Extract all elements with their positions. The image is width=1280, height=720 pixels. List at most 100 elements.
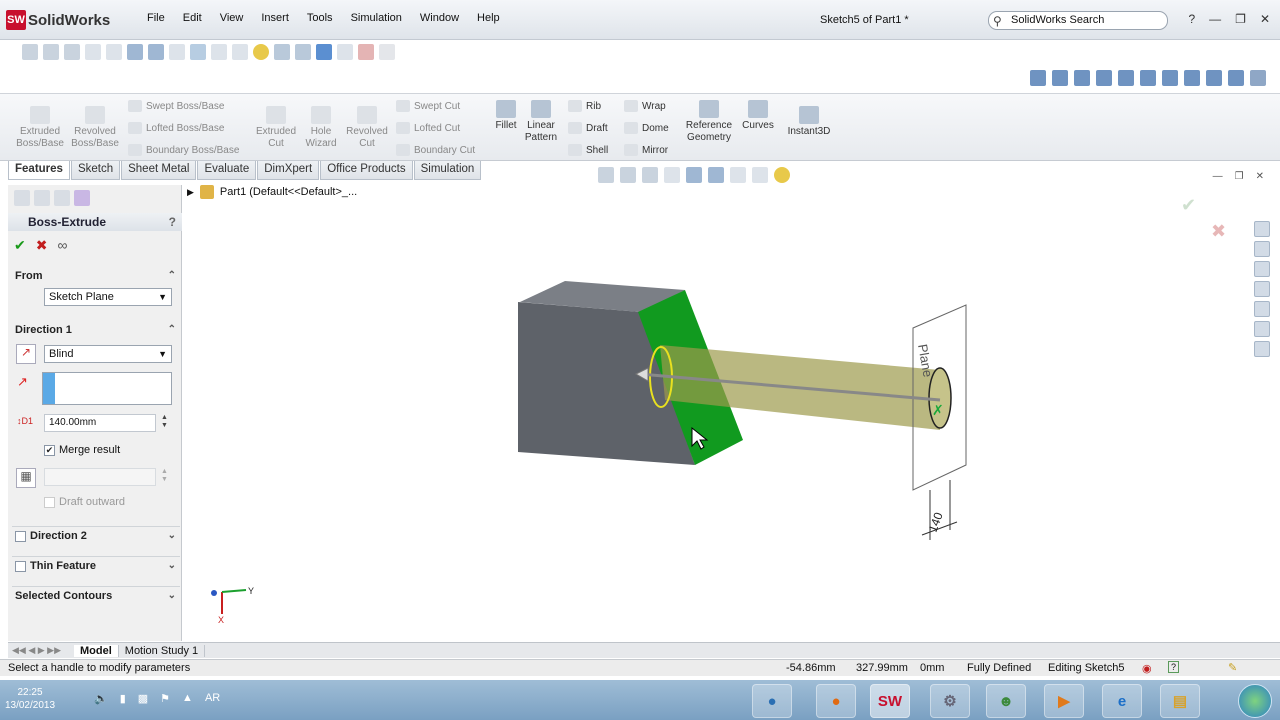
selected-contours-heading[interactable]: Selected Contours ⌄: [12, 589, 180, 605]
help-icon[interactable]: ?: [169, 215, 176, 229]
draft-outward-checkbox[interactable]: Draft outward: [44, 496, 125, 508]
zoom-fit-icon[interactable]: [22, 44, 38, 60]
dimension-text[interactable]: 140: [926, 510, 946, 534]
mirror-button[interactable]: Mirror: [624, 144, 668, 156]
tab-motion-study[interactable]: Motion Study 1: [119, 644, 206, 657]
appearance-icon[interactable]: [232, 44, 248, 60]
iso-view-icon[interactable]: [1184, 70, 1200, 86]
pan-icon[interactable]: [211, 44, 227, 60]
view-palette-icon[interactable]: [1254, 301, 1270, 317]
taskbar-app-icon[interactable]: ●: [752, 684, 792, 718]
dimxpert-manager-icon[interactable]: [74, 190, 90, 206]
file-explorer-icon[interactable]: [1254, 281, 1270, 297]
draft-angle-input[interactable]: [44, 468, 156, 486]
direction-vector-field[interactable]: [42, 372, 172, 405]
menu-insert[interactable]: Insert: [252, 12, 298, 24]
depth-input[interactable]: 140.00mm: [44, 414, 156, 432]
menu-tools[interactable]: Tools: [298, 12, 342, 24]
volume-icon[interactable]: 🔈: [94, 692, 108, 705]
section-view-icon[interactable]: [85, 44, 101, 60]
configuration-manager-icon[interactable]: [54, 190, 70, 206]
fillet-button[interactable]: Fillet: [490, 100, 522, 132]
app-logo[interactable]: SW SolidWorks: [6, 8, 110, 32]
direction2-heading[interactable]: Direction 2 ⌄: [12, 529, 180, 545]
solidworks-taskbar-icon[interactable]: SW: [870, 684, 910, 718]
menu-simulation[interactable]: Simulation: [342, 12, 411, 24]
restore-button[interactable]: ❐: [1235, 12, 1246, 26]
right-view-icon[interactable]: [1118, 70, 1134, 86]
curves-button[interactable]: Curves: [740, 100, 776, 132]
boundary-boss-button[interactable]: Boundary Boss/Base: [128, 144, 239, 156]
dome-button[interactable]: Dome: [624, 122, 669, 134]
home-icon[interactable]: [1254, 221, 1270, 237]
network-icon[interactable]: ▩: [138, 692, 148, 705]
camera-icon[interactable]: [337, 44, 353, 60]
file-explorer-taskbar-icon[interactable]: ▤: [1160, 684, 1200, 718]
cancel-button[interactable]: ✖: [36, 237, 48, 254]
battery-icon[interactable]: ▮: [120, 692, 126, 705]
view-cube-icon[interactable]: [274, 44, 290, 60]
tab-sheet-metal[interactable]: Sheet Metal: [121, 161, 197, 180]
help-icon[interactable]: ?: [1188, 12, 1195, 26]
direction1-heading[interactable]: Direction 1 ⌃: [12, 323, 180, 339]
thin-feature-heading[interactable]: Thin Feature ⌄: [12, 559, 180, 575]
spin-arrows-icon[interactable]: ▲ ▼: [161, 468, 168, 484]
ok-button[interactable]: ✔: [14, 237, 26, 254]
tab-evaluate[interactable]: Evaluate: [197, 161, 257, 180]
trimetric-view-icon[interactable]: [1228, 70, 1244, 86]
menu-window[interactable]: Window: [411, 12, 468, 24]
lofted-boss-button[interactable]: Lofted Boss/Base: [128, 122, 224, 134]
rebuild-icon[interactable]: ◉: [1142, 662, 1152, 675]
media-player-icon[interactable]: ▶: [1044, 684, 1084, 718]
search-input[interactable]: ⚲ SolidWorks Search: [988, 11, 1168, 30]
spin-arrows-icon[interactable]: ▲ ▼: [161, 414, 168, 430]
left-view-icon[interactable]: [1096, 70, 1112, 86]
property-manager-icon[interactable]: [34, 190, 50, 206]
boundary-cut-button[interactable]: Boundary Cut: [396, 144, 475, 156]
rib-button[interactable]: Rib: [568, 100, 601, 112]
custom-properties-icon[interactable]: [1254, 341, 1270, 357]
system-clock[interactable]: 22:25 13/02/2013: [0, 686, 60, 712]
end-condition-select[interactable]: Blind ▼: [44, 345, 172, 363]
pin-icon[interactable]: ✎: [1228, 661, 1237, 674]
tab-office-products[interactable]: Office Products: [320, 161, 413, 180]
zoom-area-icon[interactable]: [43, 44, 59, 60]
menu-file[interactable]: File: [138, 12, 174, 24]
front-view-icon[interactable]: [1052, 70, 1068, 86]
checkbox-icon[interactable]: [15, 560, 26, 572]
link-view-icon[interactable]: [1250, 70, 1266, 86]
firefox-icon[interactable]: ●: [816, 684, 856, 718]
rotate-icon[interactable]: [190, 44, 206, 60]
feature-manager-icon[interactable]: [14, 190, 30, 206]
tab-scroll-arrows-icon[interactable]: ◀◀ ◀ ▶ ▶▶: [8, 645, 74, 656]
flag-icon[interactable]: ⚑: [160, 692, 170, 705]
dynamic-annotation-icon[interactable]: [106, 44, 122, 60]
tab-sketch[interactable]: Sketch: [70, 161, 121, 180]
hide-show-icon[interactable]: [169, 44, 185, 60]
view-cube2-icon[interactable]: [295, 44, 311, 60]
language-indicator[interactable]: AR: [205, 692, 220, 705]
design-library-icon[interactable]: [1254, 261, 1270, 277]
internet-explorer-icon[interactable]: e: [1102, 684, 1142, 718]
graphics-area[interactable]: ▶ Part1 (Default<<Default>_... — ❐ ✕ ✔ ✖…: [183, 167, 1280, 641]
render-icon[interactable]: [358, 44, 374, 60]
dimetric-view-icon[interactable]: [1206, 70, 1222, 86]
normal-to-icon[interactable]: [1030, 70, 1046, 86]
display-style-icon[interactable]: [148, 44, 164, 60]
checkbox-icon[interactable]: [15, 530, 26, 542]
help-icon[interactable]: ?: [1168, 661, 1180, 673]
hole-wizard-button[interactable]: Hole Wizard: [300, 106, 342, 150]
tab-model[interactable]: Model: [74, 644, 119, 657]
instant3d-button[interactable]: Instant3D: [784, 106, 834, 138]
appearances-icon[interactable]: [1254, 321, 1270, 337]
merge-result-checkbox[interactable]: ✔ Merge result: [44, 444, 120, 456]
extruded-boss-button[interactable]: Extruded Boss/Base: [12, 106, 68, 150]
lofted-cut-button[interactable]: Lofted Cut: [396, 122, 460, 134]
top-view-icon[interactable]: [1140, 70, 1156, 86]
revolved-boss-button[interactable]: Revolved Boss/Base: [68, 106, 122, 150]
tab-features[interactable]: Features: [8, 161, 70, 180]
back-view-icon[interactable]: [1074, 70, 1090, 86]
linear-pattern-button[interactable]: Linear Pattern: [520, 100, 562, 144]
show-hidden-icon[interactable]: ▲: [182, 692, 193, 705]
tab-simulation[interactable]: Simulation: [413, 161, 482, 180]
